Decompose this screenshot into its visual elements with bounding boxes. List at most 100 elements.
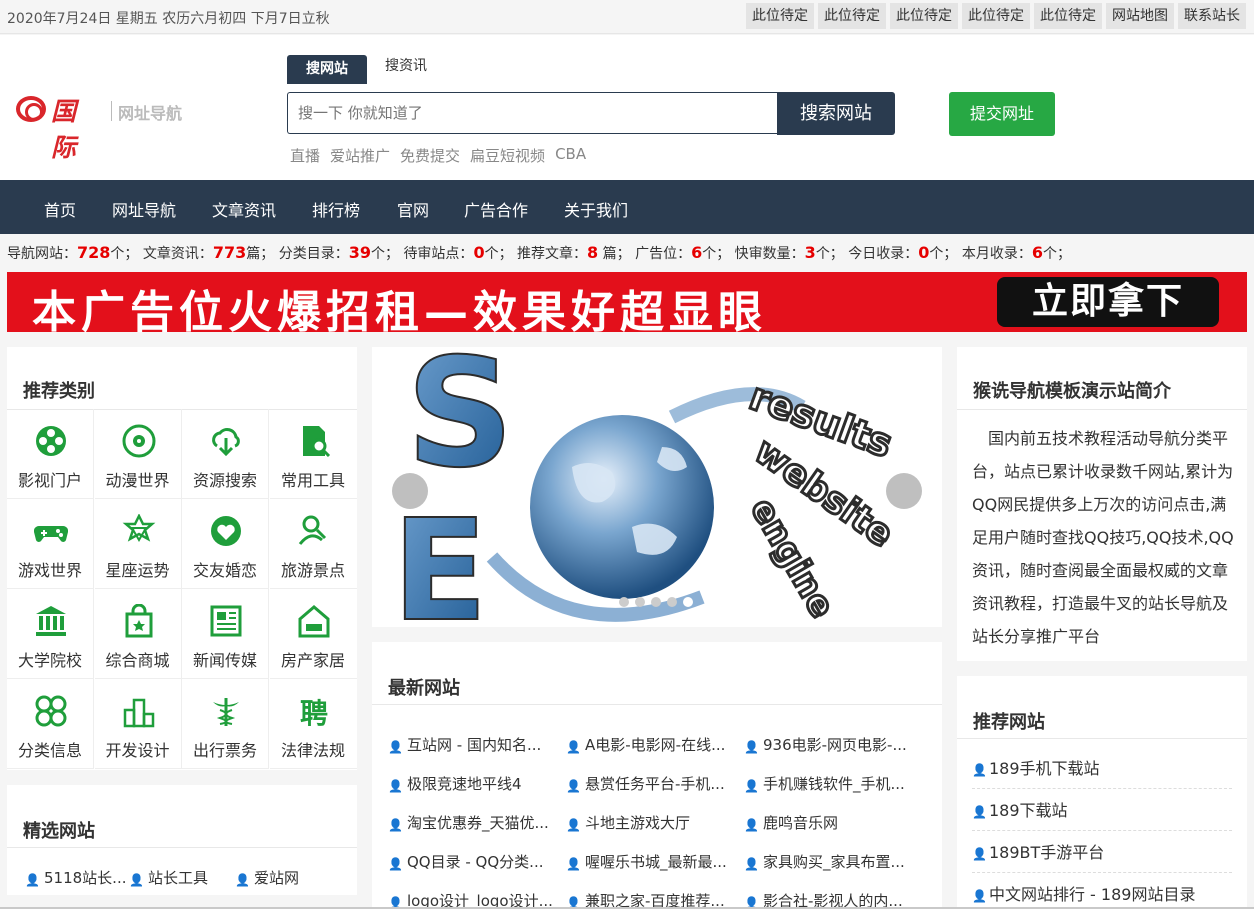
latest-site-label: A电影-电影网-在线... — [585, 736, 726, 754]
category-label: 综合商城 — [105, 651, 170, 670]
hot-keyword[interactable]: 爱站推广 — [330, 145, 390, 166]
recommended-link[interactable]: 👤 189下载站 — [972, 790, 1232, 831]
featured-link[interactable]: 👤 站长工具 — [129, 867, 229, 888]
latest-panel: 最新网站 👤 互站网 - 国内知名... 👤 A电影-电影网-在线... 👤 936电影-… — [372, 642, 942, 909]
category-item[interactable]: 影视门户 — [7, 409, 94, 499]
top-link-3[interactable]: 此位待定 — [890, 3, 958, 29]
latest-site-link[interactable]: 👤 936电影-网页电影-... — [744, 734, 916, 755]
category-label: 旅游景点 — [280, 561, 345, 580]
image-carousel[interactable]: S E results website engine — [372, 347, 942, 627]
category-item[interactable]: 旅游景点 — [269, 499, 357, 589]
user-icon: 👤 — [972, 763, 987, 777]
category-item[interactable]: 开发设计 — [94, 679, 182, 769]
featured-link-label: 5118站长... — [44, 869, 125, 887]
tab-search-news[interactable]: 搜资讯 — [375, 52, 437, 81]
carousel-dot[interactable] — [635, 597, 645, 607]
hot-keyword[interactable]: 直播 — [290, 145, 320, 166]
tab-search-sites[interactable]: 搜网站 — [287, 55, 367, 84]
four-leaf-icon — [35, 695, 67, 727]
carousel-dots — [619, 597, 693, 607]
stat-label: 导航网站： — [7, 246, 77, 262]
nav-item-ranking[interactable]: 排行榜 — [312, 197, 360, 221]
stat-label: 今日收录： — [848, 246, 919, 262]
divider — [372, 704, 942, 705]
latest-site-label: 互站网 - 国内知名... — [407, 736, 542, 754]
category-item[interactable]: 游戏世界 — [7, 499, 94, 589]
recommended-link[interactable]: 👤 189手机下载站 — [972, 748, 1232, 789]
hot-keyword[interactable]: CBA — [555, 145, 586, 166]
hot-keyword[interactable]: 免费提交 — [400, 145, 460, 166]
latest-site-link[interactable]: 👤 淘宝优惠券_天猫优... — [388, 812, 560, 833]
category-label: 动漫世界 — [105, 471, 170, 490]
stat-value: 728 — [77, 243, 111, 262]
nav-item-articles[interactable]: 文章资讯 — [212, 197, 276, 221]
category-item[interactable]: 大学院校 — [7, 589, 94, 679]
search-button[interactable]: 搜索网站 — [777, 92, 895, 135]
stat-value: 8 — [587, 243, 599, 262]
person-search-icon — [298, 515, 326, 545]
category-item[interactable]: 综合商城 — [94, 589, 182, 679]
category-item[interactable]: 出行票务 — [182, 679, 269, 769]
star-icon — [122, 514, 155, 542]
carousel-dot[interactable] — [683, 597, 693, 607]
stat-unit: 个； — [110, 246, 139, 262]
recommended-link[interactable]: 👤 189BT手游平台 — [972, 832, 1232, 873]
contact-link[interactable]: 联系站长 — [1178, 3, 1246, 29]
carousel-prev-button[interactable] — [392, 473, 428, 509]
ad-banner[interactable]: 本广告位火爆招租—效果好超显眼 立即拿下 — [7, 272, 1247, 338]
category-item[interactable]: 动漫世界 — [94, 409, 182, 499]
carousel-next-button[interactable] — [886, 473, 922, 509]
latest-site-link[interactable]: 👤 互站网 - 国内知名... — [388, 734, 560, 755]
category-item[interactable]: 交友婚恋 — [182, 499, 269, 589]
latest-site-link[interactable]: 👤 家具购买_家具布置... — [744, 851, 916, 872]
banner-text: 本广告位火爆招租—效果好超显眼 — [32, 287, 767, 338]
carousel-dot[interactable] — [651, 597, 661, 607]
latest-site-link[interactable]: 👤 手机赚钱软件_手机... — [744, 773, 916, 794]
category-item[interactable]: 房产家居 — [269, 589, 357, 679]
submit-site-button[interactable]: 提交网址 — [949, 92, 1055, 136]
category-item[interactable]: 星座运势 — [94, 499, 182, 589]
featured-link[interactable]: 👤 5118站长... — [25, 867, 125, 888]
bank-icon — [36, 606, 66, 636]
sitemap-link[interactable]: 网站地图 — [1106, 3, 1174, 29]
recommended-link[interactable]: 👤 中文网站排行 - 189网站目录 — [972, 874, 1232, 909]
carousel-dot[interactable] — [619, 597, 629, 607]
seo-slide-image: S E results website engine — [372, 347, 942, 627]
category-item[interactable]: 常用工具 — [269, 409, 357, 499]
stat-value: 0 — [473, 243, 485, 262]
site-stats: 导航网站：728个； 文章资讯：773篇； 分类目录：39个； 待审站点：0个；… — [7, 243, 1071, 263]
category-item[interactable]: 聘法律法规 — [269, 679, 357, 769]
top-link-5[interactable]: 此位待定 — [1034, 3, 1102, 29]
recommended-label: 189BT手游平台 — [988, 843, 1105, 862]
latest-site-link[interactable]: 👤 斗地主游戏大厅 — [566, 812, 738, 833]
nav-item-ads[interactable]: 广告合作 — [464, 197, 528, 221]
heart-icon — [211, 516, 241, 546]
carousel-dot[interactable] — [667, 597, 677, 607]
top-link-2[interactable]: 此位待定 — [818, 3, 886, 29]
category-item[interactable]: 资源搜索 — [182, 409, 269, 499]
latest-title: 最新网站 — [388, 678, 460, 699]
banner-button[interactable]: 立即拿下 — [997, 277, 1219, 327]
main-nav: 首页 网址导航 文章资讯 排行榜 官网 广告合作 关于我们 — [0, 180, 1254, 234]
nav-item-home[interactable]: 首页 — [44, 197, 76, 221]
latest-site-link[interactable]: 👤 QQ目录 - QQ分类... — [388, 851, 560, 872]
category-item[interactable]: 分类信息 — [7, 679, 94, 769]
latest-site-link[interactable]: 👤 鹿鸣音乐网 — [744, 812, 916, 833]
nav-item-official[interactable]: 官网 — [397, 197, 429, 221]
nav-item-directory[interactable]: 网址导航 — [112, 197, 176, 221]
pin-character-icon: 聘 — [299, 697, 327, 728]
latest-site-link[interactable]: 👤 极限竞速地平线4 — [388, 773, 560, 794]
search-input[interactable] — [287, 92, 778, 134]
top-link-4[interactable]: 此位待定 — [962, 3, 1030, 29]
stat-unit: 个； — [1043, 246, 1071, 262]
featured-link[interactable]: 👤 爱站网 — [235, 867, 335, 888]
latest-site-link[interactable]: 👤 喔喔乐书城_最新最... — [566, 851, 738, 872]
latest-site-link[interactable]: 👤 A电影-电影网-在线... — [566, 734, 738, 755]
top-link-1[interactable]: 此位待定 — [746, 3, 814, 29]
hot-keyword[interactable]: 扁豆短视频 — [470, 145, 545, 166]
category-item[interactable]: 新闻传媒 — [182, 589, 269, 679]
nav-item-about[interactable]: 关于我们 — [564, 197, 628, 221]
latest-site-link[interactable]: 👤 悬赏任务平台-手机... — [566, 773, 738, 794]
divider — [957, 409, 1247, 410]
user-icon: 👤 — [235, 873, 250, 887]
